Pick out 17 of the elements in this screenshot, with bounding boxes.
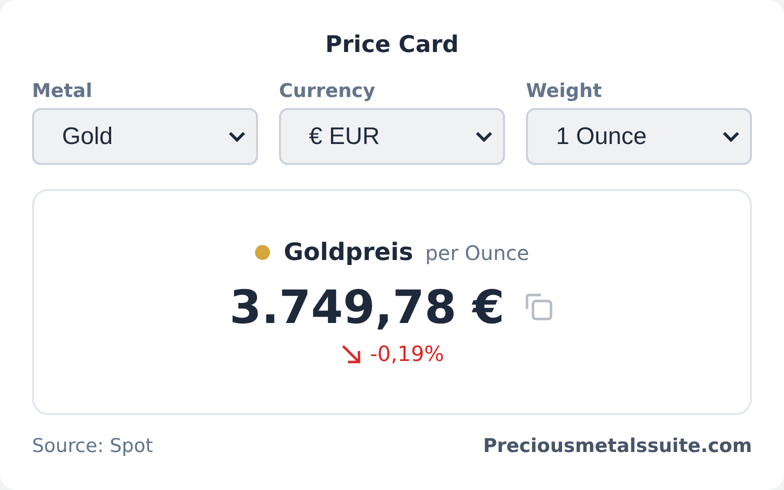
chevron-down-icon — [228, 130, 246, 142]
site-link[interactable]: Preciousmetalssuite.com — [483, 435, 752, 457]
chevron-down-icon — [475, 130, 493, 142]
field-label: Currency — [279, 80, 376, 102]
metal-name: Goldpreis — [284, 238, 414, 266]
field-label: Metal — [32, 80, 94, 102]
source-text: Source: Spot — [32, 435, 153, 457]
change-percent: -0,19% — [370, 342, 444, 366]
status-dot — [254, 244, 270, 260]
price-value: 3.749,78 € — [229, 280, 504, 334]
dropdown[interactable]: Gold — [32, 108, 258, 165]
chevron-down-icon — [722, 130, 740, 142]
field-label: Weight — [526, 80, 603, 102]
dropdown[interactable]: € EUR — [279, 108, 505, 165]
card-title: Price Card — [324, 31, 460, 58]
unit-label: per Ounce — [425, 241, 530, 265]
dropdown[interactable]: 1 Ounce — [526, 108, 752, 165]
